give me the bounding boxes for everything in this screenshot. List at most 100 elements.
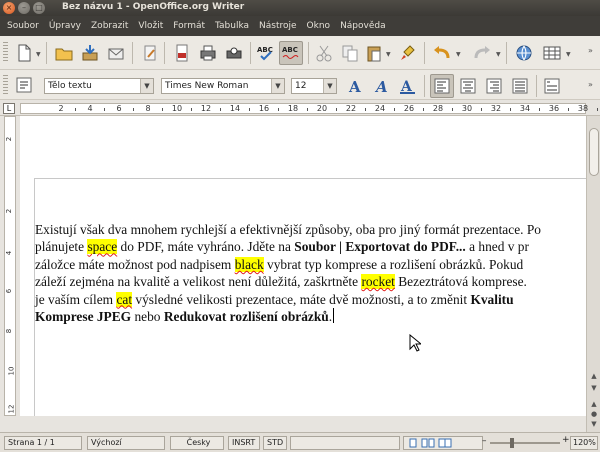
- chevron-down-icon[interactable]: ▼: [386, 51, 391, 58]
- minimize-icon: –: [22, 3, 26, 12]
- copy-button[interactable]: [338, 41, 362, 65]
- document-text[interactable]: Existují však dva mnohem rychlejší a efe…: [35, 221, 586, 325]
- text-line[interactable]: záložce máte možnost pod nadpisem black …: [35, 256, 586, 273]
- scroll-down-button[interactable]: ▼: [588, 382, 600, 394]
- print-preview-button[interactable]: [222, 41, 246, 65]
- cut-button[interactable]: [312, 41, 336, 65]
- single-page-view-icon[interactable]: [408, 438, 418, 448]
- text-line[interactable]: plánujete space do PDF, máte vyhráno. Jd…: [35, 238, 586, 255]
- bold-icon: A: [348, 78, 361, 96]
- email-button[interactable]: [104, 41, 128, 65]
- new-document-button[interactable]: [12, 41, 36, 65]
- menu-format[interactable]: Formát: [168, 21, 210, 31]
- next-page-button[interactable]: ▼: [588, 418, 600, 430]
- language-indicator[interactable]: Česky: [170, 436, 224, 450]
- document-view[interactable]: Existují však dva mnohem rychlejší a efe…: [20, 116, 586, 416]
- ruler-mark: 28: [432, 104, 444, 113]
- menu-napoveda[interactable]: Nápověda: [335, 21, 391, 31]
- maximize-window-button[interactable]: □: [33, 2, 45, 14]
- scroll-up-button[interactable]: ▲: [588, 370, 600, 382]
- align-center-button[interactable]: [456, 74, 480, 98]
- document-page[interactable]: Existují však dva mnohem rychlejší a efe…: [20, 116, 586, 416]
- minimize-window-button[interactable]: –: [18, 2, 30, 14]
- open-button[interactable]: [52, 41, 76, 65]
- menu-soubor[interactable]: Soubor: [2, 21, 44, 31]
- chevron-down-icon[interactable]: ▼: [36, 51, 41, 58]
- menu-upravy[interactable]: Úpravy: [44, 21, 86, 31]
- text-line[interactable]: záleží zejména na kvalitě a velikost nen…: [35, 273, 586, 290]
- menu-okno[interactable]: Okno: [302, 21, 336, 31]
- format-paintbrush-button[interactable]: [396, 41, 420, 65]
- redo-button[interactable]: [470, 41, 494, 65]
- ruler-tick: [597, 108, 598, 111]
- title-bar: × – □ Bez názvu 1 - OpenOffice.org Write…: [0, 0, 600, 16]
- edit-file-button[interactable]: [138, 41, 162, 65]
- zoom-minus-button[interactable]: –: [482, 436, 487, 446]
- highlighted-word: cat: [116, 291, 133, 307]
- close-window-button[interactable]: ×: [3, 2, 15, 14]
- table-button[interactable]: [540, 41, 564, 65]
- horizontal-ruler[interactable]: L 2 4 6 8 10 12 14 16 18 20 22 24 26 28 30 32 34 36 38: [0, 100, 600, 116]
- text-run: Bezeztrátová komprese.: [394, 274, 527, 290]
- scrollbar-thumb[interactable]: [589, 128, 599, 176]
- menu-tabulka[interactable]: Tabulka: [210, 21, 254, 31]
- tab-stop-selector[interactable]: L: [3, 103, 15, 114]
- multi-page-view-icon[interactable]: [421, 438, 435, 448]
- styles-formatting-button[interactable]: [12, 73, 36, 97]
- chevron-down-icon[interactable]: ▼: [323, 79, 336, 93]
- chevron-down-icon[interactable]: ▼: [140, 79, 153, 93]
- export-pdf-button[interactable]: [170, 41, 194, 65]
- window-title: Bez názvu 1 - OpenOffice.org Writer: [62, 2, 245, 12]
- text-run: Redukovat rozlišení obrázků: [163, 309, 329, 325]
- autospellcheck-toggle[interactable]: ABC: [279, 41, 303, 65]
- toolbar-grip[interactable]: [3, 75, 8, 95]
- text-run: plánujete: [35, 239, 88, 255]
- text-run: Existují však dva mnohem rychlejší a efe…: [35, 222, 541, 237]
- undo-button[interactable]: [430, 41, 454, 65]
- italic-button[interactable]: A: [370, 74, 394, 98]
- more-tools-icon[interactable]: »: [588, 80, 593, 89]
- align-right-button[interactable]: [482, 74, 506, 98]
- paste-button[interactable]: [362, 41, 386, 65]
- bold-button[interactable]: A: [344, 74, 368, 98]
- zoom-plus-button[interactable]: +: [562, 435, 570, 445]
- chevron-down-icon[interactable]: ▼: [566, 51, 571, 58]
- spellcheck-button[interactable]: ABC: [254, 41, 278, 65]
- paste-icon: [367, 46, 381, 62]
- text-line[interactable]: Komprese JPEG nebo Redukovat rozlišení o…: [35, 308, 586, 325]
- zoom-slider[interactable]: [490, 438, 560, 448]
- zoom-level[interactable]: 120%: [570, 436, 598, 450]
- toolbar-grip[interactable]: [3, 42, 8, 62]
- vertical-ruler[interactable]: 2 2 4 6 8 10 12: [0, 116, 20, 416]
- svg-text:A: A: [374, 78, 388, 96]
- justify-button[interactable]: [508, 74, 532, 98]
- print-button[interactable]: [196, 41, 220, 65]
- insert-mode-indicator[interactable]: INSRT: [228, 436, 260, 450]
- hyperlink-button[interactable]: [512, 41, 536, 65]
- chevron-down-icon[interactable]: ▼: [271, 79, 284, 93]
- chevron-down-icon[interactable]: ▼: [496, 51, 501, 58]
- paragraph-style-select[interactable]: Tělo textu ▼: [44, 78, 154, 94]
- menu-nastroje[interactable]: Nástroje: [254, 21, 302, 31]
- underline-button[interactable]: A: [396, 74, 420, 98]
- more-tools-icon[interactable]: »: [588, 46, 593, 55]
- align-left-button[interactable]: [430, 74, 454, 98]
- page-style-indicator[interactable]: Výchozí: [87, 436, 165, 450]
- menu-zobrazit[interactable]: Zobrazit: [86, 21, 133, 31]
- paragraph-button[interactable]: [540, 74, 564, 98]
- vertical-scrollbar[interactable]: ▲ ▼ ▲ ● ▼: [586, 116, 600, 432]
- menu-vlozit[interactable]: Vložit: [133, 21, 168, 31]
- font-name-select[interactable]: Times New Roman ▼: [161, 78, 285, 94]
- save-button[interactable]: [78, 41, 102, 65]
- maximize-icon: □: [35, 3, 43, 12]
- text-line[interactable]: je vaším cílem cat výsledné velikosti pr…: [35, 291, 586, 308]
- chevron-down-icon[interactable]: ▼: [456, 51, 461, 58]
- page-indicator[interactable]: Strana 1 / 1: [4, 436, 82, 450]
- font-size-select[interactable]: 12 ▼: [291, 78, 337, 94]
- highlighted-word: rocket: [361, 274, 395, 290]
- book-view-icon[interactable]: [438, 438, 452, 448]
- selection-mode-indicator[interactable]: STD: [263, 436, 287, 450]
- zoom-slider-knob[interactable]: [510, 438, 514, 448]
- text-line[interactable]: Existují však dva mnohem rychlejší a efe…: [35, 221, 586, 238]
- ruler-mark: 22: [345, 104, 357, 113]
